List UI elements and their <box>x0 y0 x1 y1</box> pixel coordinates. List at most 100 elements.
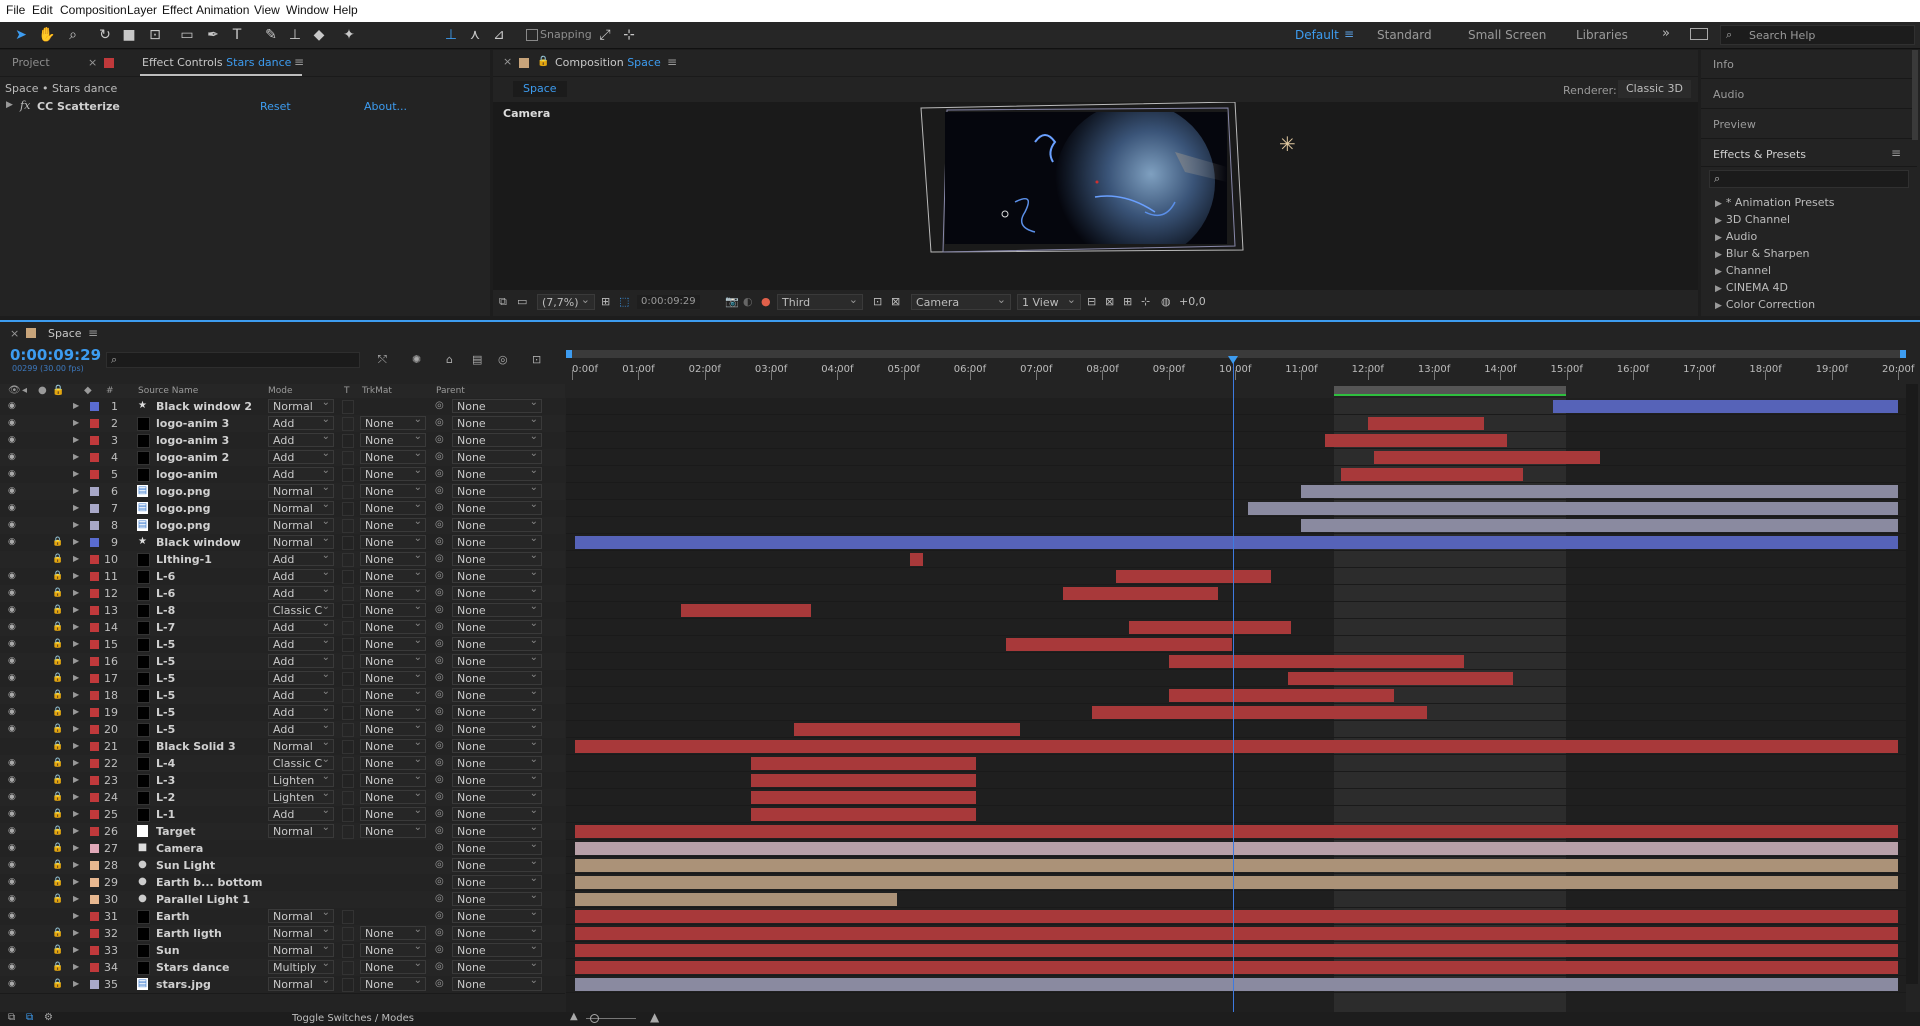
expand-arrow-icon[interactable]: ▶ <box>1715 233 1722 243</box>
panel-menu-icon[interactable]: ≡ <box>294 55 304 69</box>
expand-arrow-icon[interactable]: ▶ <box>73 622 79 631</box>
expand-arrow-icon[interactable]: ▶ <box>73 554 79 563</box>
zoom-slider-thumb[interactable] <box>590 1014 599 1023</box>
menu-animation[interactable]: Animation <box>196 3 249 17</box>
expand-arrow-icon[interactable]: ▶ <box>73 452 79 461</box>
eye-icon[interactable]: ◉ <box>8 792 18 802</box>
expand-arrow-icon[interactable]: ▶ <box>73 843 79 852</box>
resolution-dropdown[interactable]: Third <box>777 292 863 310</box>
layer-name[interactable]: Black window 2 <box>156 400 266 413</box>
expand-arrow-icon[interactable]: ▶ <box>73 656 79 665</box>
parent-dropdown[interactable]: None <box>452 909 542 923</box>
layer-name[interactable]: L-6 <box>156 587 266 600</box>
lock-icon[interactable]: 🔒 <box>52 605 63 615</box>
preserve-transparency-toggle[interactable] <box>342 553 354 567</box>
parent-dropdown[interactable]: None <box>452 790 542 804</box>
blend-mode-dropdown[interactable]: Add <box>268 807 334 821</box>
camera-view-dropdown[interactable]: Camera <box>911 292 1011 310</box>
eye-icon[interactable]: ◉ <box>8 707 18 717</box>
search-help-field[interactable]: ⌕ Search Help <box>1720 25 1915 45</box>
views-layout-dropdown[interactable]: 1 View <box>1017 292 1081 310</box>
eye-icon[interactable]: ◉ <box>8 622 18 632</box>
layer-row[interactable]: ◉ 🔒 ▶ 9 ★ Black windowNormal None ◎ None <box>0 534 565 552</box>
layer-row[interactable]: ◉ 🔒 ▶ 35 ▤ stars.jpgNormal None ◎ None <box>0 976 565 994</box>
preserve-transparency-toggle[interactable] <box>342 672 354 686</box>
expand-arrow-icon[interactable]: ▶ <box>73 741 79 750</box>
layer-duration-bar[interactable] <box>1367 417 1484 430</box>
layer-row[interactable]: ◉ 🔒 ▶ 15 L-5Add None ◎ None <box>0 636 565 654</box>
layer-duration-bar[interactable] <box>794 723 1020 736</box>
pick-whip-icon[interactable]: ◎ <box>435 876 444 887</box>
parent-dropdown[interactable]: None <box>452 518 542 532</box>
expand-arrow-icon[interactable]: ▶ <box>1715 216 1722 226</box>
expand-arrow-icon[interactable]: ▶ <box>73 826 79 835</box>
parent-dropdown[interactable]: None <box>452 654 542 668</box>
blend-mode-dropdown[interactable]: Add <box>268 722 334 736</box>
navigator-end-handle[interactable] <box>1900 350 1906 358</box>
expand-arrow-icon[interactable]: ▶ <box>73 792 79 801</box>
pick-whip-icon[interactable]: ◎ <box>435 859 444 870</box>
track-matte-dropdown[interactable]: None <box>360 926 426 940</box>
mask-visibility-icon[interactable]: ⬚ <box>619 295 629 309</box>
expand-arrow-icon[interactable]: ▶ <box>73 775 79 784</box>
layer-duration-bar[interactable] <box>1092 706 1428 719</box>
layer-name[interactable]: L-4 <box>156 757 266 770</box>
track-matte-dropdown[interactable]: None <box>360 790 426 804</box>
expand-arrow-icon[interactable]: ▶ <box>73 707 79 716</box>
pick-whip-icon[interactable]: ◎ <box>435 842 444 853</box>
snapping-checkbox[interactable] <box>526 29 538 41</box>
draft-3d-icon[interactable]: ✺ <box>412 353 421 366</box>
layer-row[interactable]: ◉ 🔒 ▶ 25 L-1Add None ◎ None <box>0 806 565 824</box>
shy-layers-icon[interactable]: ⌂ <box>446 353 453 366</box>
layer-duration-bar[interactable] <box>575 893 897 906</box>
lock-icon[interactable]: 🔒 <box>52 894 63 904</box>
layer-name[interactable]: L-5 <box>156 638 266 651</box>
expand-arrow-icon[interactable]: ▶ <box>73 928 79 937</box>
blend-mode-dropdown[interactable]: Add <box>268 671 334 685</box>
parent-dropdown[interactable]: None <box>452 926 542 940</box>
parent-dropdown[interactable]: None <box>452 620 542 634</box>
layer-duration-bar[interactable] <box>575 927 1898 940</box>
layer-row[interactable]: 🔒 ▶ 10 LIthing-1Add None ◎ None <box>0 551 565 569</box>
layer-row[interactable]: ◉ 🔒 ▶ 13 L-8Classic C None ◎ None <box>0 602 565 620</box>
track-matte-dropdown[interactable]: None <box>360 637 426 651</box>
layer-name[interactable]: stars.jpg <box>156 978 266 991</box>
preserve-transparency-toggle[interactable] <box>342 621 354 635</box>
rotate-tool-icon[interactable]: ↻ <box>96 26 114 44</box>
eye-icon[interactable]: ◉ <box>8 911 18 921</box>
layer-name[interactable]: L-6 <box>156 570 266 583</box>
track-matte-dropdown[interactable]: None <box>360 586 426 600</box>
pick-whip-icon[interactable]: ◎ <box>435 519 444 530</box>
preserve-transparency-toggle[interactable] <box>342 927 354 941</box>
effects-category[interactable]: ▶ Channel <box>1715 264 1771 277</box>
expand-arrow-icon[interactable]: ▶ <box>73 435 79 444</box>
transfer-controls-icon[interactable]: ⧉ <box>26 1012 33 1023</box>
blend-mode-dropdown[interactable]: Add <box>268 467 334 481</box>
pick-whip-icon[interactable]: ◎ <box>435 502 444 513</box>
close-tab-icon[interactable]: × <box>503 55 512 68</box>
workspace-libraries[interactable]: Libraries <box>1576 28 1628 42</box>
type-tool-icon[interactable]: T <box>228 26 246 44</box>
preserve-transparency-toggle[interactable] <box>342 604 354 618</box>
layer-row[interactable]: ◉ 🔒 ▶ 24 L-2Lighten None ◎ None <box>0 789 565 807</box>
track-matte-dropdown[interactable]: None <box>360 756 426 770</box>
track-matte-dropdown[interactable]: None <box>360 960 426 974</box>
pick-whip-icon[interactable]: ◎ <box>435 553 444 564</box>
zoom-out-icon[interactable]: ▲ <box>570 1011 578 1022</box>
subtab-space[interactable]: Space <box>513 81 567 97</box>
expand-arrow-icon[interactable]: ▶ <box>73 588 79 597</box>
pick-whip-icon[interactable]: ◎ <box>435 587 444 598</box>
panel-audio[interactable]: Audio <box>1701 80 1917 109</box>
layer-name[interactable]: Black Solid 3 <box>156 740 266 753</box>
eye-icon[interactable]: ◉ <box>8 639 18 649</box>
pick-whip-icon[interactable]: ◎ <box>435 536 444 547</box>
parent-dropdown[interactable]: None <box>452 824 542 838</box>
layer-duration-bar[interactable] <box>575 910 1898 923</box>
search-toggle-icon[interactable] <box>1690 28 1708 40</box>
effects-category[interactable]: ▶ Audio <box>1715 230 1757 243</box>
lock-icon[interactable]: 🔒 <box>52 928 63 938</box>
layer-row[interactable]: ◉ ▶ 2 logo-anim 3Add None ◎ None <box>0 415 565 433</box>
motion-blur-icon[interactable]: ◎ <box>498 353 508 366</box>
layer-row[interactable]: ◉ 🔒 ▶ 30 ● Parallel Light 1 ◎ None <box>0 891 565 909</box>
layer-duration-bar[interactable] <box>910 553 924 566</box>
